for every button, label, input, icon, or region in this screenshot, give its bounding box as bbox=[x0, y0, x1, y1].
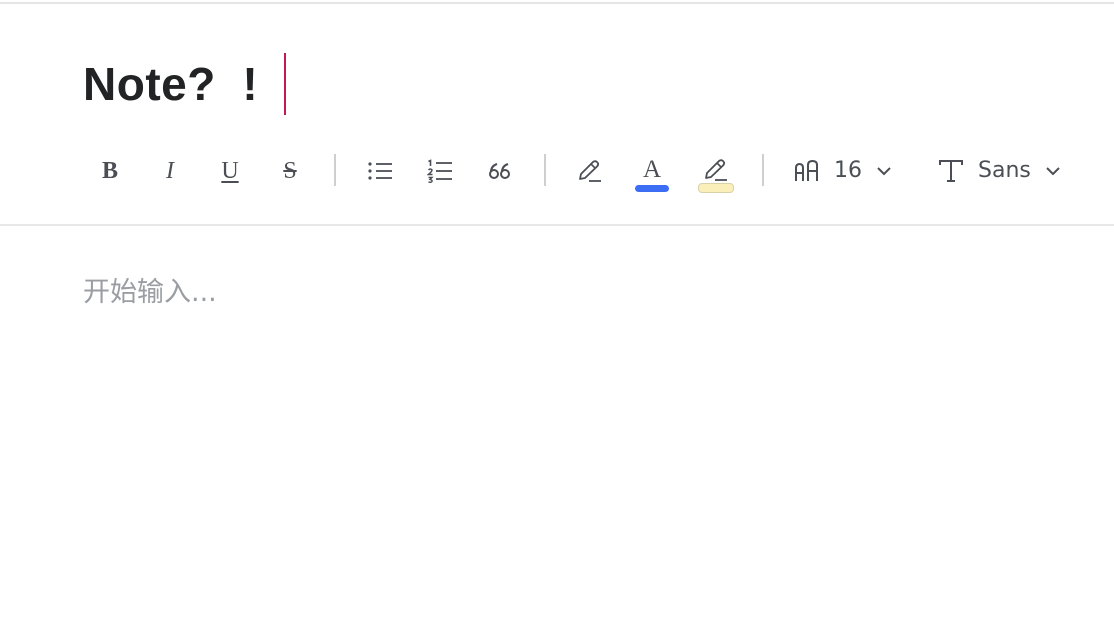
strikethrough-icon: S bbox=[283, 158, 297, 184]
font-color-swatch bbox=[635, 184, 669, 192]
font-size-icon bbox=[795, 160, 818, 181]
toolbar-separator bbox=[544, 154, 546, 186]
note-title[interactable]: Note? ! bbox=[83, 52, 258, 116]
font-family-select[interactable]: Sans bbox=[938, 146, 1064, 196]
bold-button[interactable]: B bbox=[90, 146, 130, 196]
highlighter-icon bbox=[705, 158, 727, 181]
body-placeholder: 开始输入... bbox=[83, 277, 217, 308]
numbered-list-button[interactable] bbox=[420, 146, 460, 196]
toolbar-separator bbox=[334, 154, 336, 186]
italic-button[interactable]: I bbox=[150, 146, 190, 196]
typeface-icon bbox=[939, 160, 963, 182]
toolbar-separator bbox=[762, 154, 764, 186]
quote-button[interactable] bbox=[480, 146, 520, 196]
quote-icon bbox=[489, 163, 510, 179]
bullet-list-button[interactable] bbox=[360, 146, 400, 196]
font-size-select[interactable]: 16 bbox=[794, 146, 906, 196]
underline-icon: U bbox=[221, 158, 239, 184]
font-size-value: 16 bbox=[834, 158, 862, 183]
pen-icon bbox=[579, 160, 601, 182]
note-body-editor[interactable]: 开始输入... bbox=[83, 270, 1063, 610]
formatting-toolbar: B I U S A 16 Sans bbox=[0, 146, 1114, 196]
numbered-list-icon bbox=[427, 159, 452, 183]
font-color-button[interactable]: A bbox=[630, 146, 674, 196]
top-border bbox=[0, 2, 1114, 4]
highlight-button[interactable] bbox=[694, 146, 738, 196]
font-color-icon: A bbox=[642, 155, 662, 183]
title-row[interactable]: Note? ! bbox=[83, 52, 287, 116]
text-caret bbox=[284, 53, 287, 115]
chevron-down-icon bbox=[877, 167, 891, 176]
bold-icon: B bbox=[101, 158, 118, 184]
pen-button[interactable] bbox=[570, 146, 610, 196]
toolbar-divider bbox=[0, 224, 1114, 226]
strikethrough-button[interactable]: S bbox=[270, 146, 310, 196]
underline-button[interactable]: U bbox=[210, 146, 250, 196]
chevron-down-icon bbox=[1046, 167, 1060, 176]
note-editor: Note? ! B I U S A 16 Sans 开始输入... bbox=[0, 0, 1114, 644]
font-family-value: Sans bbox=[978, 158, 1031, 183]
highlight-color-swatch bbox=[698, 182, 734, 193]
italic-icon: I bbox=[166, 158, 174, 184]
bullet-list-icon bbox=[368, 162, 392, 180]
